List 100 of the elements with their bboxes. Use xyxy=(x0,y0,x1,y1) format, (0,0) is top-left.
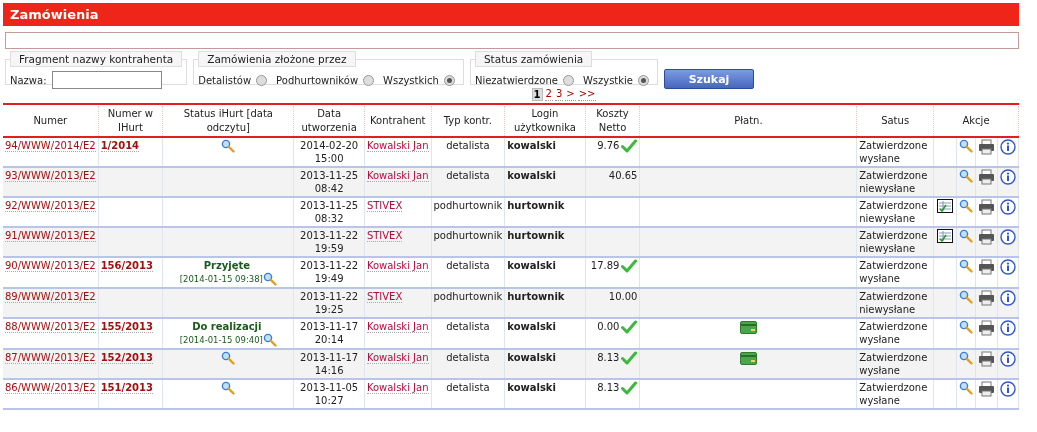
group-legend: Fragment nazwy kontrahenta xyxy=(10,51,183,67)
ihurt-link[interactable]: 1/2014 xyxy=(100,140,140,152)
info-icon[interactable] xyxy=(1000,199,1016,215)
column-header: Akcje xyxy=(933,106,1019,137)
info-icon[interactable] xyxy=(1000,351,1016,367)
printer-icon[interactable] xyxy=(978,259,995,275)
column-header: Login użytkownika xyxy=(504,106,586,137)
contractor-link[interactable]: Kowalski Jan xyxy=(366,382,429,394)
form-icon[interactable] xyxy=(937,199,953,213)
group-legend: Status zamówienia xyxy=(474,51,593,67)
card-icon[interactable] xyxy=(739,320,757,334)
contractor-link[interactable]: Kowalski Jan xyxy=(366,321,429,333)
table-cell: podhurtownik xyxy=(431,288,505,318)
table-cell: 2013-11-25 08:42 xyxy=(293,167,365,197)
info-icon[interactable] xyxy=(1000,259,1016,275)
magnifier-icon[interactable] xyxy=(959,320,973,334)
table-cell: Zatwierdzone wysłane xyxy=(856,379,934,409)
info-icon[interactable] xyxy=(1000,320,1016,336)
radio-button[interactable] xyxy=(638,74,649,86)
printer-icon[interactable] xyxy=(978,139,995,155)
column-header: Kontrahent xyxy=(364,106,431,137)
magnifier-icon[interactable] xyxy=(262,272,277,286)
table-cell: podhurtownik xyxy=(431,227,505,257)
name-input[interactable] xyxy=(51,71,162,89)
order-link[interactable]: 94/WWW/2014/E2 xyxy=(5,140,96,152)
order-link[interactable]: 86/WWW/2013/E2 xyxy=(5,382,96,394)
search-button[interactable]: Szukaj xyxy=(664,69,754,89)
cost-value: 0.00 xyxy=(597,321,620,332)
magnifier-icon[interactable] xyxy=(959,199,973,213)
magnifier-icon[interactable] xyxy=(959,169,973,183)
order-link[interactable]: 88/WWW/2013/E2 xyxy=(5,321,96,333)
printer-icon[interactable] xyxy=(978,320,995,336)
page-link[interactable]: 2 xyxy=(544,88,553,101)
radio-button[interactable] xyxy=(562,74,574,86)
magnifier-icon[interactable] xyxy=(221,139,236,153)
page-link[interactable]: 3 xyxy=(554,88,564,101)
magnifier-icon[interactable] xyxy=(221,351,236,365)
form-icon[interactable] xyxy=(937,229,953,243)
column-header: Satus xyxy=(856,106,934,137)
info-icon[interactable] xyxy=(1000,169,1016,185)
contractor-link[interactable]: STIVEX xyxy=(366,200,403,212)
table-cell: 2013-11-22 19:25 xyxy=(293,288,365,318)
magnifier-icon[interactable] xyxy=(221,381,236,395)
page-link[interactable]: 1 xyxy=(531,88,543,101)
table-cell: hurtownik xyxy=(504,227,586,257)
contractor-link[interactable]: Kowalski Jan xyxy=(366,260,429,272)
column-header: Płatn. xyxy=(640,106,857,137)
column-header: Numer xyxy=(3,106,99,137)
status-label: Do realizacji xyxy=(192,321,262,332)
status-date: [2014-01-15 09:40] xyxy=(179,334,263,347)
magnifier-icon[interactable] xyxy=(959,139,973,153)
ihurt-link[interactable]: 156/2013 xyxy=(100,260,153,272)
radio-label: Niezatwierdzone xyxy=(474,74,558,86)
column-header: Koszty Netto xyxy=(585,106,640,137)
info-icon[interactable] xyxy=(1000,229,1016,245)
radio-label: Wszystkich xyxy=(383,74,439,86)
printer-icon[interactable] xyxy=(978,290,995,306)
radio-button[interactable] xyxy=(443,74,455,86)
table-cell: detalista xyxy=(431,349,505,379)
cost-value: 40.65 xyxy=(608,170,638,181)
magnifier-icon[interactable] xyxy=(262,333,277,347)
table-cell: 2013-11-22 19:59 xyxy=(293,227,365,257)
table-cell: 2013-11-17 14:16 xyxy=(293,349,365,379)
table-cell: kowalski xyxy=(504,379,586,409)
page-title: Zamówienia xyxy=(10,7,99,22)
table-cell: detalista xyxy=(431,167,505,197)
status-date: [2014-01-15 09:38] xyxy=(179,273,263,286)
cost-value: 8.13 xyxy=(597,382,620,393)
info-icon[interactable] xyxy=(1000,381,1016,397)
card-icon[interactable] xyxy=(739,351,757,365)
column-header: Status iHurt [data odczytu] xyxy=(162,106,294,137)
printer-icon[interactable] xyxy=(978,351,995,367)
radio-label: Wszystkie xyxy=(582,74,633,86)
order-link[interactable]: 92/WWW/2013/E2 xyxy=(5,200,96,212)
column-header: Typ kontr. xyxy=(431,106,505,137)
magnifier-icon[interactable] xyxy=(959,229,973,243)
status-label: Przyjęte xyxy=(203,260,250,271)
page-link[interactable]: >> xyxy=(577,88,597,101)
radio-button[interactable] xyxy=(363,74,375,86)
magnifier-icon[interactable] xyxy=(959,351,973,365)
page-link[interactable]: > xyxy=(565,88,576,101)
printer-icon[interactable] xyxy=(978,381,995,397)
info-icon[interactable] xyxy=(1000,290,1016,306)
printer-icon[interactable] xyxy=(978,199,995,215)
column-header: Numer w IHurt xyxy=(98,106,163,137)
info-icon[interactable] xyxy=(1000,139,1016,155)
table-cell: kowalski xyxy=(504,167,586,197)
ihurt-link[interactable]: 151/2013 xyxy=(100,382,153,394)
table-cell: 2013-11-05 10:27 xyxy=(293,379,365,409)
group-legend: Zamówienia złożone przez xyxy=(198,51,356,67)
cost-value: 8.13 xyxy=(597,352,620,363)
radio-button[interactable] xyxy=(256,74,268,86)
magnifier-icon[interactable] xyxy=(959,290,973,304)
printer-icon[interactable] xyxy=(978,169,995,185)
contractor-link[interactable]: Kowalski Jan xyxy=(366,140,429,152)
magnifier-icon[interactable] xyxy=(959,381,973,395)
ihurt-link[interactable]: 155/2013 xyxy=(100,321,153,333)
order-link[interactable]: 90/WWW/2013/E2 xyxy=(5,260,96,272)
magnifier-icon[interactable] xyxy=(959,259,973,273)
printer-icon[interactable] xyxy=(978,229,995,245)
